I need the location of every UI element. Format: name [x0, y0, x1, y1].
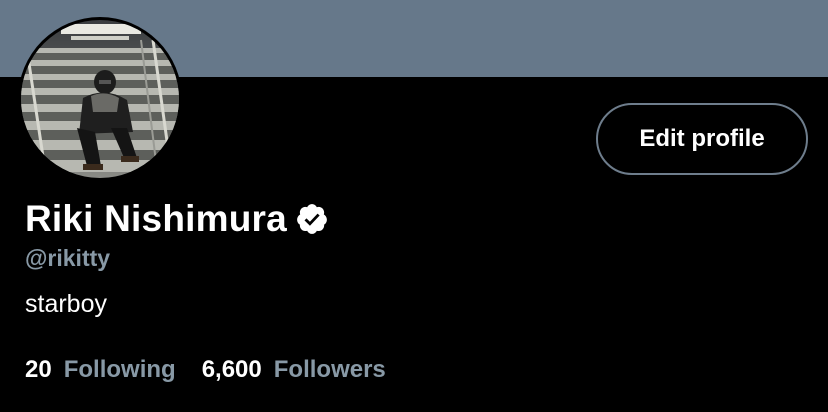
- edit-profile-button[interactable]: Edit profile: [596, 103, 808, 175]
- following-stat[interactable]: 20 Following: [25, 356, 176, 384]
- bio: starboy: [25, 290, 107, 318]
- followers-stat[interactable]: 6,600 Followers: [202, 356, 386, 384]
- following-label: Following: [63, 356, 176, 383]
- avatar-image: [21, 20, 179, 178]
- user-handle: @rikitty: [25, 245, 111, 271]
- name-row: Riki Nishimura: [25, 198, 329, 240]
- avatar[interactable]: [18, 17, 182, 181]
- following-count: 20: [25, 356, 52, 383]
- followers-label: Followers: [273, 356, 386, 383]
- verified-badge-icon: [297, 204, 327, 234]
- display-name: Riki Nishimura: [25, 198, 287, 239]
- profile-header: Edit profile Riki Nishimura @rikitty sta…: [0, 0, 828, 412]
- followers-count: 6,600: [201, 356, 262, 383]
- follow-stats: 20 Following 6,600 Followers: [25, 356, 412, 384]
